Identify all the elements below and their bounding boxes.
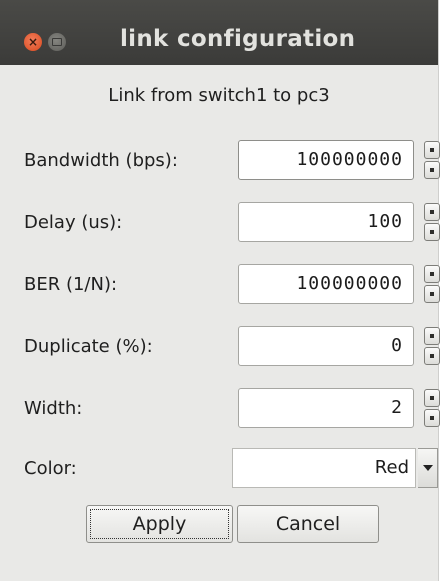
close-glyph: × [27, 35, 39, 49]
cancel-button[interactable]: Cancel [237, 505, 379, 543]
duplicate-input[interactable]: 0 [238, 326, 414, 366]
spinner-down-icon[interactable] [424, 223, 440, 241]
spinner-down-icon[interactable] [424, 285, 440, 303]
bandwidth-input[interactable]: 100000000 [238, 140, 414, 180]
spinner-up-icon[interactable] [424, 141, 440, 159]
spinner-up-icon[interactable] [424, 203, 440, 221]
delay-input[interactable]: 100 [238, 202, 414, 242]
duplicate-label: Duplicate (%): [24, 336, 153, 357]
ber-input[interactable]: 100000000 [238, 264, 414, 304]
width-label: Width: [24, 398, 83, 419]
ber-label: BER (1/N): [24, 274, 118, 295]
delay-spinner[interactable] [424, 203, 440, 241]
spinner-down-icon[interactable] [424, 347, 440, 365]
close-icon[interactable]: × [24, 33, 42, 51]
ber-spinner[interactable] [424, 265, 440, 303]
width-input[interactable]: 2 [238, 388, 414, 428]
chevron-down-icon[interactable] [418, 448, 438, 488]
color-label: Color: [24, 458, 77, 479]
window-title: link configuration [120, 26, 356, 52]
link-description: Link from switch1 to pc3 [108, 85, 330, 106]
bandwidth-spinner[interactable] [424, 141, 440, 179]
title-bar[interactable]: × link configuration [0, 0, 438, 65]
color-select[interactable]: Red [232, 448, 416, 488]
spinner-up-icon[interactable] [424, 327, 440, 345]
delay-label: Delay (us): [24, 212, 123, 233]
spinner-up-icon[interactable] [424, 389, 440, 407]
spinner-down-icon[interactable] [424, 161, 440, 179]
link-configuration-dialog: × link configuration Link from switch1 t… [0, 0, 440, 581]
bandwidth-label: Bandwidth (bps): [24, 150, 178, 171]
duplicate-spinner[interactable] [424, 327, 440, 365]
width-spinner[interactable] [424, 389, 440, 427]
minimize-icon[interactable] [48, 33, 66, 51]
minimize-glyph [52, 38, 62, 46]
spinner-up-icon[interactable] [424, 265, 440, 283]
spinner-down-icon[interactable] [424, 409, 440, 427]
apply-button[interactable]: Apply [86, 505, 233, 543]
